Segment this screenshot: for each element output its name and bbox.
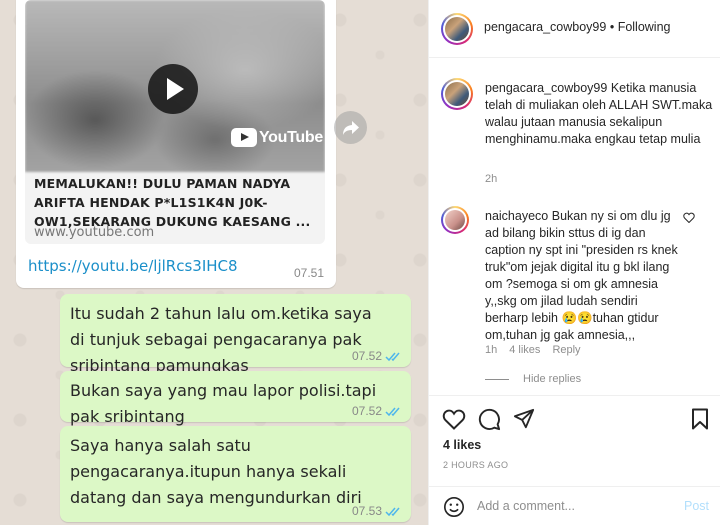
- message-line: Bukan saya yang mau lapor polisi.tapi: [70, 381, 377, 400]
- post-timestamp: 2 HOURS AGO: [443, 460, 509, 470]
- whatsapp-chat: YouTube MEMALUKAN!! DULU PAMAN NADYA ARI…: [0, 0, 428, 525]
- reply-button[interactable]: Reply: [552, 344, 580, 356]
- youtube-icon: [231, 128, 257, 147]
- link-preview-card[interactable]: YouTube MEMALUKAN!! DULU PAMAN NADYA ARI…: [25, 0, 325, 244]
- message-meta: 07.53: [352, 504, 403, 518]
- comment-likes[interactable]: 4 likes: [509, 344, 540, 356]
- message-time: 07.52: [351, 349, 382, 363]
- comment-username[interactable]: naichayeco: [485, 209, 548, 223]
- read-ticks-icon: [385, 407, 400, 416]
- caption-text: pengacara_cowboy99 Ketika manusia telah …: [485, 80, 713, 148]
- outgoing-message-bubble: Bukan saya yang mau lapor polisi.tapi pa…: [60, 371, 411, 426]
- post-button[interactable]: Post: [684, 499, 709, 513]
- hide-replies-label: Hide replies: [523, 373, 582, 385]
- following-button[interactable]: Following: [618, 20, 671, 34]
- link-preview-domain: www.youtube.com: [34, 225, 155, 240]
- youtube-wordmark: YouTube: [259, 128, 323, 146]
- avatar[interactable]: [441, 13, 473, 45]
- message-text: Bukan saya yang mau lapor polisi.tapi pa…: [70, 378, 376, 430]
- play-icon[interactable]: [148, 64, 198, 114]
- comment-like-icon[interactable]: [683, 212, 695, 223]
- caption-time: 2h: [485, 173, 498, 185]
- link-preview-title: MEMALUKAN!! DULU PAMAN NADYA ARIFTA HEND…: [34, 176, 311, 229]
- message-time: 07.51: [293, 266, 324, 280]
- comment-text: naichayeco Bukan ny si om dlu jg ad bila…: [485, 208, 681, 344]
- hide-replies-button[interactable]: Hide replies: [485, 373, 581, 385]
- outgoing-message-bubble: Itu sudah 2 tahun lalu om.ketika saya di…: [60, 294, 411, 375]
- comment-meta: 1h 4 likes Reply: [485, 344, 581, 356]
- message-meta: 07.52: [352, 404, 403, 418]
- post-actions: 4 likes 2 HOURS AGO Add a comment... Pos…: [429, 395, 720, 525]
- forward-button[interactable]: [334, 111, 367, 144]
- outgoing-message-bubble: Saya hanya salah satu pengacaranya.itupu…: [60, 426, 411, 522]
- heart-icon[interactable]: [442, 408, 466, 430]
- message-time: 07.53: [351, 504, 382, 518]
- emoji-icon[interactable]: [443, 496, 465, 518]
- youtube-logo: YouTube: [231, 128, 323, 147]
- header-username[interactable]: pengacara_cowboy99: [484, 20, 606, 34]
- commenter-avatar[interactable]: [441, 206, 469, 234]
- avatar[interactable]: [441, 78, 473, 110]
- message-line: pengacaranya.itupun hanya sekali: [70, 462, 347, 481]
- comment-time: 1h: [485, 344, 498, 356]
- divider: [485, 378, 509, 380]
- message-text: Saya hanya salah satu pengacaranya.itupu…: [70, 433, 362, 511]
- comment-body: Bukan ny si om dlu jg ad bilang bikin st…: [485, 209, 678, 342]
- message-line: Itu sudah 2 tahun lalu om.ketika saya: [70, 304, 372, 323]
- message-line: datang dan saya mengundurkan diri: [70, 488, 362, 507]
- comment-icon[interactable]: [478, 408, 501, 431]
- message-text: Itu sudah 2 tahun lalu om.ketika saya di…: [70, 301, 372, 379]
- likes-count[interactable]: 4 likes: [443, 438, 481, 452]
- read-ticks-icon: [385, 352, 400, 361]
- add-comment-row: Add a comment... Post: [429, 486, 720, 525]
- incoming-message-bubble: YouTube MEMALUKAN!! DULU PAMAN NADYA ARI…: [16, 0, 336, 288]
- read-ticks-icon: [385, 507, 400, 516]
- forward-icon: [342, 120, 359, 135]
- message-link[interactable]: https://youtu.be/ljlRcs3IHC8: [28, 257, 238, 275]
- add-comment-input[interactable]: Add a comment...: [477, 499, 575, 513]
- separator-dot: •: [609, 20, 615, 34]
- message-line: di tunjuk sebagai pengacaranya pak: [70, 330, 362, 349]
- caption-username[interactable]: pengacara_cowboy99: [485, 81, 607, 95]
- bookmark-icon[interactable]: [691, 408, 709, 430]
- instagram-post-panel: pengacara_cowboy99 • Following pengacara…: [428, 0, 720, 525]
- message-line: Saya hanya salah satu: [70, 436, 251, 455]
- header-user-line: pengacara_cowboy99 • Following: [484, 20, 671, 34]
- share-icon[interactable]: [513, 408, 535, 430]
- message-time: 07.52: [351, 404, 382, 418]
- post-header: pengacara_cowboy99 • Following: [429, 0, 720, 58]
- message-meta: 07.52: [352, 349, 403, 363]
